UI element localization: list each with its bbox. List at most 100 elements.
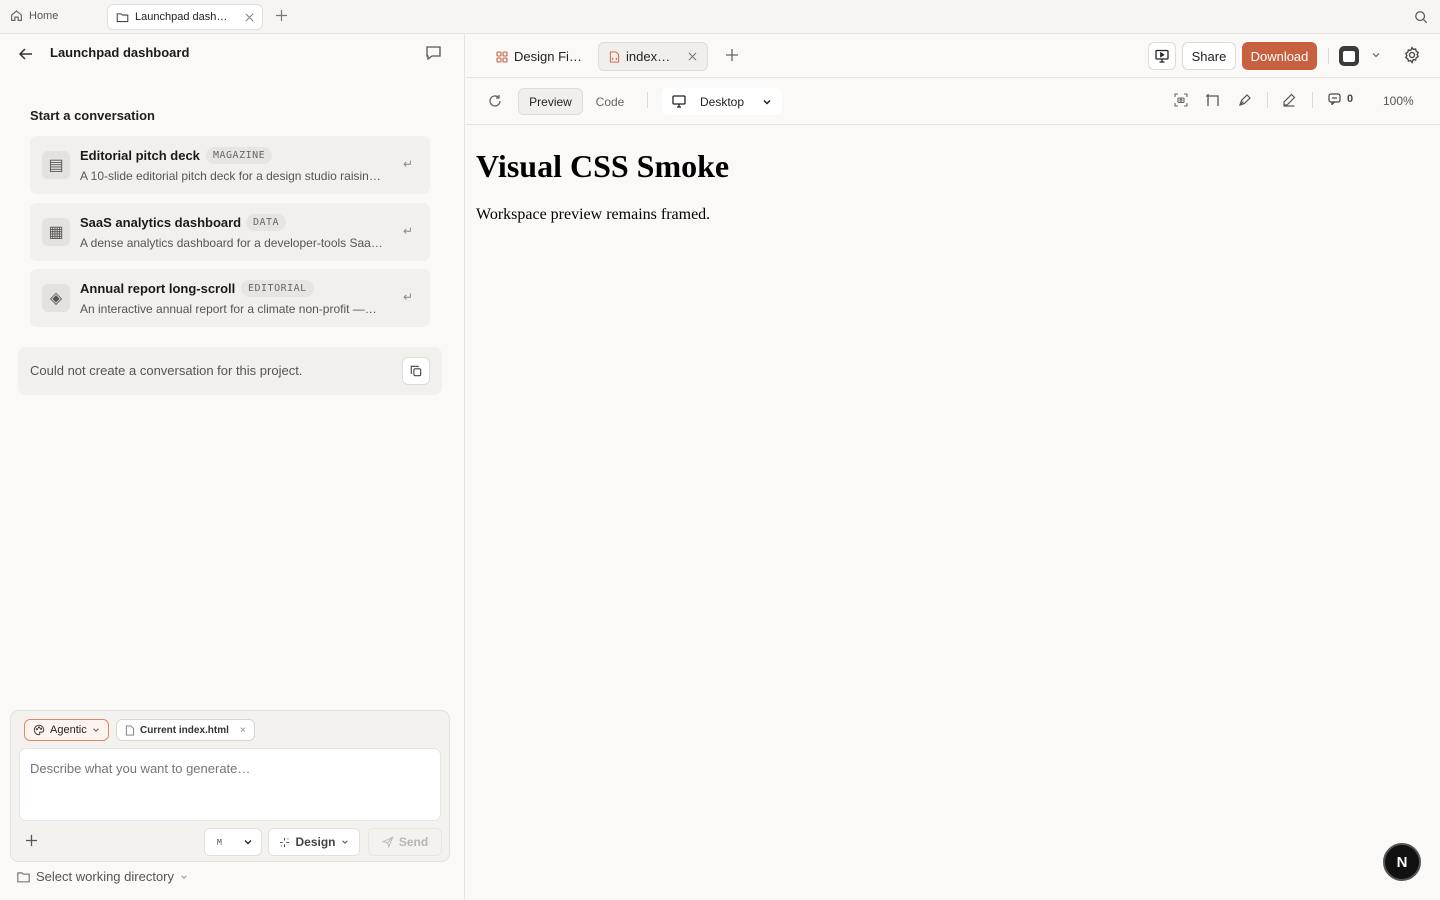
attached-file-chip[interactable]: Current index.html × <box>116 719 255 741</box>
comment-icon <box>1328 93 1341 105</box>
design-mode-button[interactable]: Design <box>268 828 360 856</box>
send-label: Send <box>398 835 429 849</box>
tab-label: index… <box>626 49 671 64</box>
chevron-down-icon <box>341 838 349 846</box>
remove-file-icon[interactable]: × <box>240 725 246 736</box>
copy-icon <box>410 365 422 377</box>
chevron-down-icon <box>180 873 188 881</box>
back-arrow-icon[interactable] <box>18 46 34 62</box>
screenshot-icon[interactable] <box>1174 93 1188 107</box>
template-description: A dense analytics dashboard for a develo… <box>80 236 383 250</box>
tab-design-files[interactable]: Design Fi… <box>486 42 596 71</box>
pen-tool-icon[interactable] <box>1238 93 1252 107</box>
chevron-down-icon[interactable] <box>1371 50 1381 60</box>
return-icon: ↵ <box>402 290 413 304</box>
app-window-icon[interactable] <box>1339 46 1359 66</box>
folder-icon <box>116 11 129 24</box>
divider <box>647 92 648 108</box>
document-lines-icon: ▤ <box>42 151 70 179</box>
device-selector[interactable]: Desktop <box>662 88 782 115</box>
working-directory-selector[interactable]: Select working directory <box>17 869 188 884</box>
zoom-level[interactable]: 100% <box>1383 94 1414 108</box>
reload-icon[interactable] <box>488 94 502 108</box>
chevron-down-icon <box>92 726 100 734</box>
mode-label: Agentic <box>50 724 87 736</box>
template-title: Annual report long-scroll <box>80 281 236 296</box>
frame-icon[interactable] <box>1205 93 1221 107</box>
model-selector[interactable]: M <box>204 828 262 856</box>
conversation-sidebar: Launchpad dashboard Start a conversation… <box>0 34 465 900</box>
model-icon: M <box>217 837 222 847</box>
template-tag: EDITORIAL <box>241 280 314 297</box>
project-tab[interactable]: Launchpad dash… <box>107 4 263 30</box>
close-tab-icon[interactable] <box>688 52 697 61</box>
home-tab-label: Home <box>29 9 59 22</box>
preview-canvas: Visual CSS Smoke Workspace preview remai… <box>466 126 1440 900</box>
divider <box>1328 48 1329 64</box>
tab-code[interactable]: Code <box>590 88 630 115</box>
template-title: SaaS analytics dashboard <box>80 215 242 230</box>
app-tab-strip: Home Launchpad dash… <box>0 0 1440 34</box>
close-tab-icon[interactable] <box>245 13 254 22</box>
template-description: An interactive annual report for a clima… <box>80 302 377 316</box>
working-directory-label: Select working directory <box>36 869 174 884</box>
comment-count: 0 <box>1347 93 1354 105</box>
template-card-annual-report[interactable]: ◈ Annual report long-scroll EDITORIAL An… <box>30 269 430 327</box>
return-icon: ↵ <box>402 224 413 238</box>
design-label: Design <box>295 835 336 849</box>
add-attachment-icon[interactable] <box>25 834 38 847</box>
gear-icon[interactable] <box>1403 46 1421 64</box>
preview-toolbar: Preview Code Desktop 0 100% <box>466 78 1440 125</box>
pencil-icon[interactable] <box>1282 93 1296 107</box>
home-tab[interactable]: Home <box>10 9 58 22</box>
template-tag: MAGAZINE <box>206 147 273 164</box>
diamond-icon: ◈ <box>42 284 70 312</box>
tab-preview[interactable]: Preview <box>518 88 583 115</box>
project-tab-label: Launchpad dash… <box>135 11 228 23</box>
template-title: Editorial pitch deck <box>80 148 200 163</box>
file-chip-label: Current index.html <box>140 724 229 736</box>
new-tab-plus-icon[interactable] <box>275 9 288 22</box>
copy-button[interactable] <box>402 357 430 385</box>
download-button[interactable]: Download <box>1242 42 1317 70</box>
file-tab-bar: Design Fi… index… Share Download <box>466 34 1440 78</box>
monitor-icon <box>672 95 686 108</box>
divider <box>1267 92 1268 108</box>
tab-label: Design Fi… <box>514 49 582 64</box>
search-icon[interactable] <box>1414 10 1428 24</box>
device-label: Desktop <box>700 94 745 109</box>
divider <box>1312 92 1313 108</box>
preview-paragraph: Workspace preview remains framed. <box>476 206 711 223</box>
send-button[interactable]: Send <box>368 828 442 856</box>
chat-bubble-icon[interactable] <box>425 45 442 61</box>
template-description: A 10-slide editorial pitch deck for a de… <box>80 169 381 183</box>
preview-heading: Visual CSS Smoke <box>476 148 730 184</box>
chevron-down-icon <box>243 837 253 847</box>
template-card-editorial[interactable]: ▤ Editorial pitch deck MAGAZINE A 10-sli… <box>30 136 430 194</box>
present-icon <box>1155 49 1169 63</box>
tab-index-html[interactable]: index… <box>598 42 708 71</box>
error-message-box: Could not create a conversation for this… <box>18 347 442 395</box>
composer: Agentic Current index.html × M D <box>10 710 450 862</box>
home-icon <box>10 9 23 22</box>
share-button[interactable]: Share <box>1182 42 1236 70</box>
template-card-analytics[interactable]: ▦ SaaS analytics dashboard DATA A dense … <box>30 203 430 261</box>
error-message: Could not create a conversation for this… <box>30 363 303 378</box>
chevron-down-icon <box>762 97 772 107</box>
send-icon <box>381 836 394 848</box>
palette-icon <box>33 724 45 736</box>
section-title: Start a conversation <box>30 108 155 123</box>
prompt-input[interactable] <box>19 748 441 821</box>
file-icon <box>125 724 135 736</box>
folder-icon <box>17 871 30 883</box>
html-file-icon <box>609 50 620 63</box>
sparkle-icon <box>279 837 290 848</box>
present-button[interactable] <box>1148 42 1176 70</box>
n-logo-badge[interactable]: N <box>1383 843 1421 881</box>
comments-counter[interactable]: 0 <box>1328 93 1353 105</box>
mode-selector[interactable]: Agentic <box>24 719 109 741</box>
grid-icon: ▦ <box>42 218 70 246</box>
new-file-tab-plus-icon[interactable] <box>725 48 739 62</box>
workspace-pane: Design Fi… index… Share Download Preview… <box>466 34 1440 900</box>
template-tag: DATA <box>246 214 287 231</box>
